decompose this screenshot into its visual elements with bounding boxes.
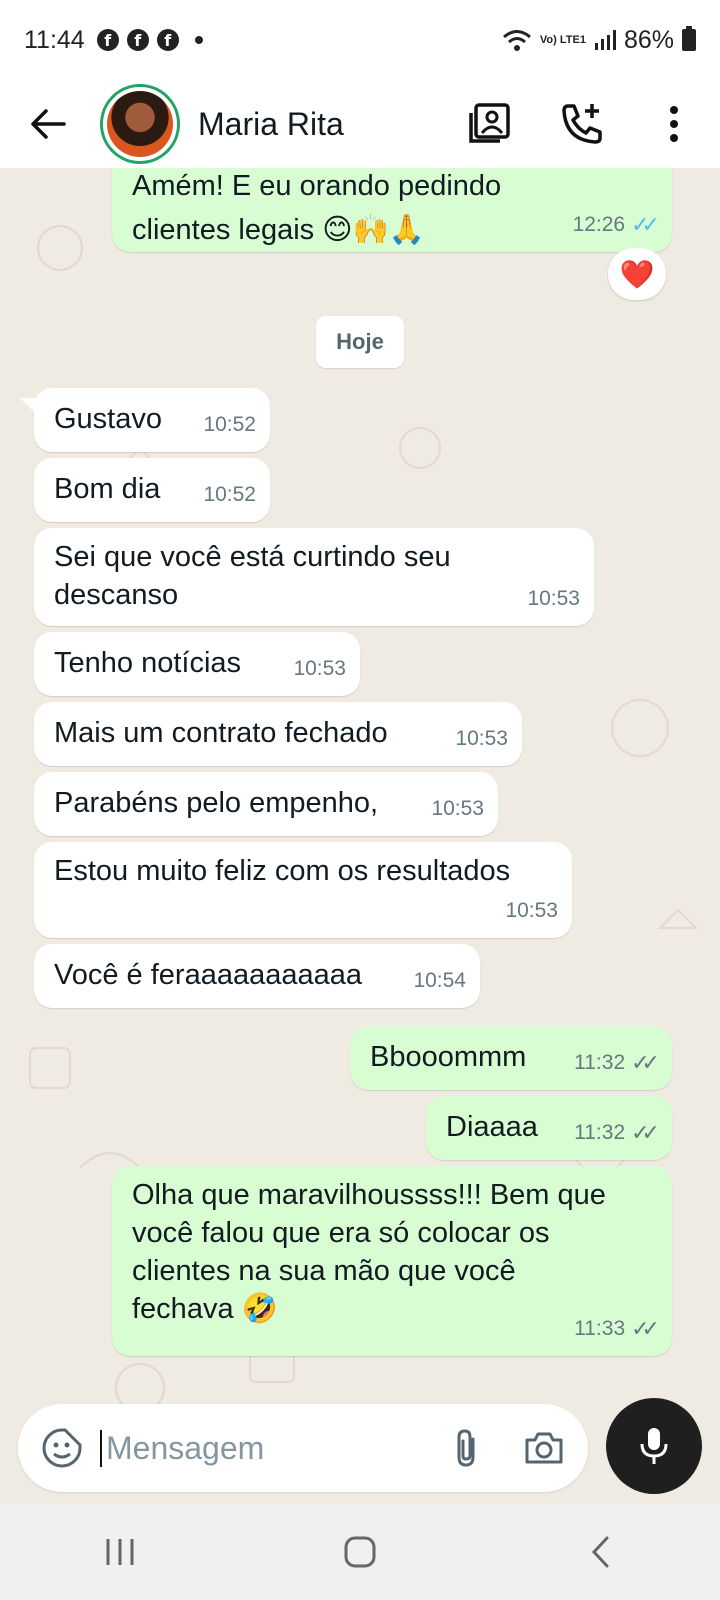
message-time: 10:54 [413,969,466,992]
wifi-icon [502,30,531,51]
message-text: Amém! E eu orando pedindo clientes legai… [132,170,502,246]
message-text: Olha que maravilhoussss!!! Bem que você … [132,1179,606,1325]
voice-message-button[interactable] [606,1398,702,1494]
message-text: Estou muito feliz com os resultados [54,855,511,887]
message-time: 10:53 [527,587,580,610]
message-bubble-incoming[interactable]: Gustavo 10:52 [34,388,270,452]
more-vertical-icon [670,106,678,142]
message-bubble-outgoing[interactable]: Amém! E eu orando pedindo clientes legai… [112,168,672,252]
delivered-receipt-icon: ✓✓ [631,1050,660,1075]
recent-apps-button[interactable] [90,1522,150,1582]
message-bubble-outgoing[interactable]: Diaaaa 11:32 ✓✓ [426,1096,672,1160]
nav-back-button[interactable] [570,1522,630,1582]
delivered-receipt-icon: ✓✓ [631,1316,660,1341]
arrow-left-icon [31,109,66,139]
heart-reaction-icon: ❤️ [619,258,655,290]
microphone-icon [640,1428,668,1464]
message-bubble-outgoing[interactable]: Bbooommm 11:32 ✓✓ [350,1026,672,1090]
network-type-label: Vo) LTE1 [539,33,586,46]
message-time: 10:53 [455,727,508,750]
attach-button[interactable] [442,1424,490,1472]
message-time: 12:26 [572,213,626,236]
message-text: Sei que você está curtindo seu descanso [54,541,451,611]
facebook-notification-icon: f [96,29,119,51]
contact-name[interactable]: Maria Rita [198,106,344,143]
chevron-left-icon [591,1536,609,1568]
signal-icon [594,30,616,50]
message-bubble-incoming[interactable]: Mais um contrato fechado 10:53 [34,702,522,766]
message-bubble-incoming[interactable]: Tenho notícias 10:53 [34,632,360,696]
message-bubble-incoming[interactable]: Parabéns pelo empenho, 10:53 [34,772,498,836]
home-button[interactable] [330,1522,390,1582]
battery-icon [682,26,696,51]
facebook-notification-icon: f [126,29,149,51]
home-icon [344,1536,376,1568]
message-text: Parabéns pelo empenho, [54,787,379,819]
camera-button[interactable] [520,1424,568,1472]
message-time: 11:32 [574,1051,626,1074]
message-bubble-incoming[interactable]: Você é feraaaaaaaaaaa 10:54 [34,944,480,1008]
message-text: Você é feraaaaaaaaaaa [54,959,362,991]
chat-area[interactable]: Amém! E eu orando pedindo clientes legai… [0,168,720,1468]
phone-add-icon [562,104,602,144]
message-time: 10:53 [431,797,484,820]
more-options-button[interactable] [648,98,700,150]
message-composer [18,1404,588,1492]
delivered-receipt-icon: ✓✓ [631,1120,660,1145]
message-bubble-outgoing[interactable]: Olha que maravilhoussss!!! Bem que você … [112,1166,672,1356]
add-call-button[interactable] [556,98,608,150]
facebook-notification-icon: f [156,29,179,51]
message-reaction[interactable]: ❤️ [608,248,666,300]
video-call-button[interactable] [464,98,516,150]
read-receipt-icon: ✓✓ [631,212,660,237]
message-input[interactable] [100,1429,380,1467]
message-text: Mais um contrato fechado [54,717,388,749]
recent-apps-icon [106,1539,134,1565]
status-bar: 11:44 f f f Vo) LTE1 86% [0,0,720,80]
chat-header: Maria Rita [0,80,720,168]
more-notifications-dot-icon [194,36,203,44]
message-bubble-incoming[interactable]: Bom dia 10:52 [34,458,270,522]
system-navigation-bar [0,1504,720,1600]
message-bubble-incoming[interactable]: Estou muito feliz com os resultados 10:5… [34,842,572,938]
message-time: 11:33 [574,1317,626,1340]
camera-icon [525,1432,563,1464]
sticker-button[interactable] [38,1424,86,1472]
message-bubble-incoming[interactable]: Sei que você está curtindo seu descanso … [34,528,594,626]
contact-avatar[interactable] [100,84,180,164]
status-time: 11:44 [24,25,85,54]
sticker-icon [42,1428,82,1468]
message-time: 10:52 [203,413,256,436]
message-time: 10:53 [293,657,346,680]
message-time: 10:53 [505,899,558,922]
video-call-icon [469,103,510,143]
date-separator: Hoje [316,316,404,368]
message-time: 10:52 [203,483,256,506]
back-button[interactable] [20,96,76,152]
message-time: 11:32 [574,1121,626,1144]
paperclip-icon [457,1429,475,1467]
battery-percent: 86% [623,25,674,54]
